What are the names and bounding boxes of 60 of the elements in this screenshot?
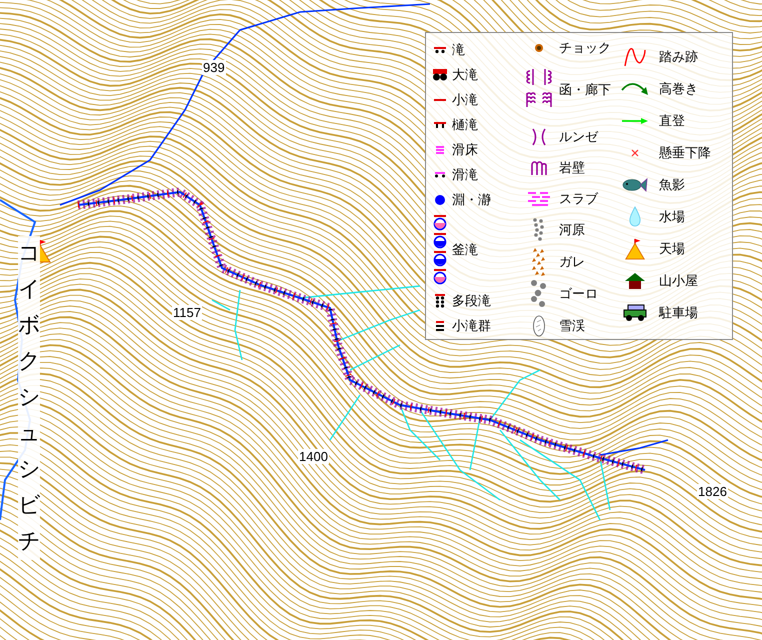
legend-label: ゴーロ <box>559 286 598 303</box>
rock-wall-icon <box>530 160 548 176</box>
elevation-label: 1400 <box>298 449 329 464</box>
riverbed-icon <box>532 218 546 242</box>
small-falls-group-icon <box>434 320 444 332</box>
fish-icon <box>622 178 648 192</box>
legend-label: 滑床 <box>452 142 478 158</box>
runnel-icon <box>531 128 547 146</box>
legend-label: 魚影 <box>659 177 685 194</box>
legend-label: 直登 <box>659 113 685 130</box>
legend-label: 雪渓 <box>559 318 585 334</box>
small-falls-icon <box>434 98 446 102</box>
bypass-arrow-icon <box>620 80 650 98</box>
water-drop-icon <box>628 206 642 228</box>
legend-label: 天場 <box>659 241 685 258</box>
elevation-label: 1157 <box>172 305 202 320</box>
legend-label: ルンゼ <box>559 128 598 146</box>
legend-label: 函・廊下 <box>559 82 611 99</box>
legend-label: 釜滝 <box>452 242 478 259</box>
scree-icon <box>531 248 547 276</box>
legend-label: 駐車場 <box>659 305 698 322</box>
legend-label: ガレ <box>559 254 585 271</box>
direct-climb-arrow-icon <box>621 117 649 125</box>
slide-bed-icon <box>434 144 444 154</box>
legend-label: 小滝 <box>452 92 478 108</box>
legend-label: 岩壁 <box>559 160 585 176</box>
chockstone-icon <box>534 43 544 53</box>
legend-label: 大滝 <box>452 66 478 84</box>
slab-icon <box>528 192 550 206</box>
multi-step-falls-icon <box>434 294 444 308</box>
trough-falls-icon <box>432 120 446 128</box>
legend-label: 水場 <box>659 209 685 226</box>
legend-label: 淵・瀞 <box>452 192 491 208</box>
elevation-label: 939 <box>202 60 226 75</box>
legend-label: 滝 <box>452 42 465 58</box>
legend-label: 多段滝 <box>452 292 491 310</box>
legend-label: 踏み跡 <box>659 49 698 66</box>
snow-gully-icon <box>532 314 546 336</box>
legend-label: 滑滝 <box>452 166 478 184</box>
car-icon <box>623 304 647 322</box>
big-falls-icon <box>432 68 448 82</box>
legend-label: 懸垂下降 <box>659 145 711 162</box>
legend-label: 山小屋 <box>659 273 698 290</box>
trail-icon <box>623 46 647 68</box>
rappel-cross-icon <box>630 148 640 158</box>
boulders-icon <box>530 280 548 308</box>
legend-label: 河原 <box>559 222 585 239</box>
legend-label: 樋滝 <box>452 116 478 134</box>
elevation-label: 1826 <box>697 484 728 499</box>
legend-label: スラブ <box>559 190 598 208</box>
river-name-label: コイボクシュシビチ <box>18 236 40 560</box>
legend-label: 小滝群 <box>452 318 491 334</box>
slide-falls-icon <box>434 171 446 178</box>
campsite-icon <box>624 237 646 261</box>
hut-icon <box>624 272 646 290</box>
pot-falls-icon <box>432 215 446 285</box>
legend-label: チョック <box>559 40 611 57</box>
legend-label: 高巻き <box>659 81 698 98</box>
falls-icon <box>432 46 446 54</box>
pool-icon <box>434 194 446 206</box>
